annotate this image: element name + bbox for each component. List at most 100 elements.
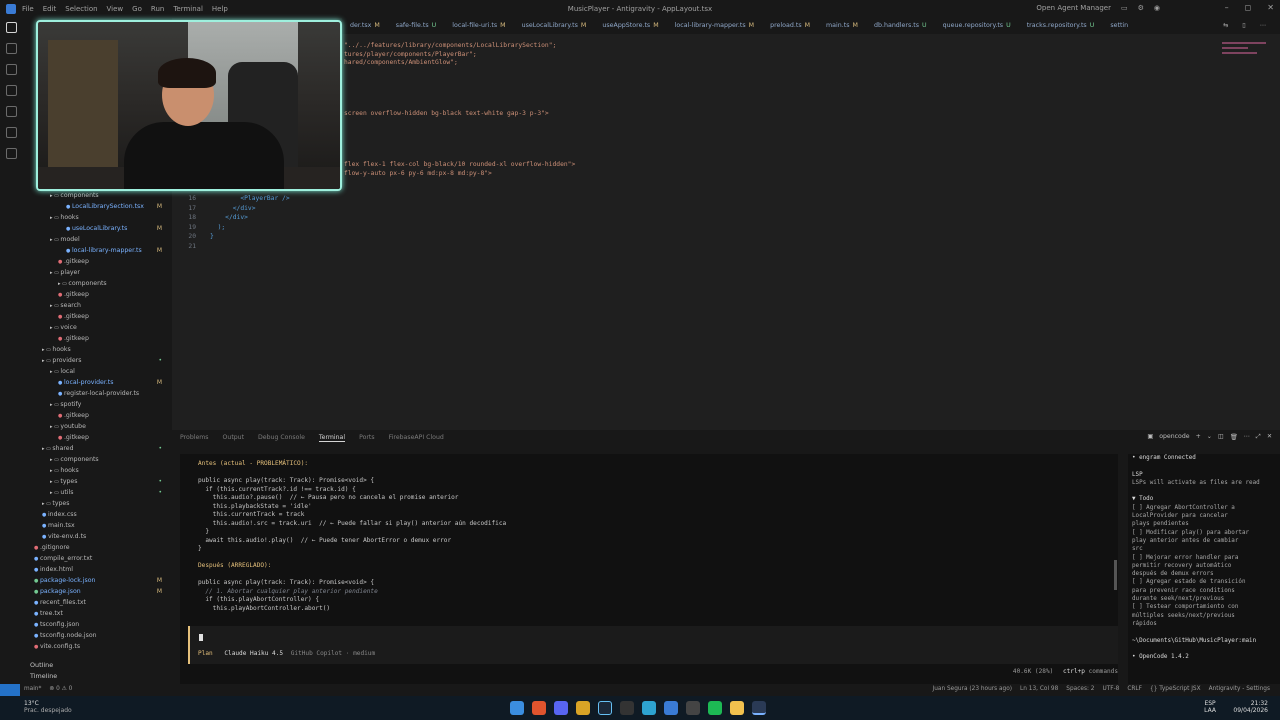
spotify-icon[interactable] <box>708 701 722 715</box>
git-blame[interactable]: Juan Segura (23 hours ago) <box>933 686 1013 692</box>
file-item[interactable]: ● tsconfig.node.json <box>22 630 172 641</box>
language-indicator[interactable]: ESP LAA <box>1204 700 1216 714</box>
file-item[interactable]: ● register-local-provider.ts <box>22 388 172 399</box>
editor-tab[interactable]: tracks.repository.ts U <box>1019 18 1103 34</box>
antigravity-app-icon[interactable] <box>752 701 766 715</box>
outline-section[interactable]: Outline <box>22 660 172 671</box>
folder-item[interactable]: ▸ ▭ hooks <box>22 344 172 355</box>
folder-item[interactable]: ▸ ▭ types • <box>22 476 172 487</box>
editor-tab[interactable]: preload.ts M <box>762 18 818 34</box>
edge-icon[interactable] <box>642 701 656 715</box>
editor-tab[interactable]: main.ts M <box>818 18 866 34</box>
file-item[interactable]: ● tree.txt <box>22 608 172 619</box>
clock[interactable]: 21:32 09/04/2026 <box>1233 700 1268 714</box>
editor-tab[interactable]: useAppStore.ts M <box>594 18 666 34</box>
file-item[interactable]: ● vite-env.d.ts <box>22 531 172 542</box>
file-item[interactable]: ● index.css <box>22 509 172 520</box>
explorer-icon[interactable] <box>5 22 17 33</box>
file-item[interactable]: ● compile_error.txt <box>22 553 172 564</box>
menu-run[interactable]: Run <box>151 5 164 13</box>
tab-firebase[interactable]: FirebaseAPI Cloud <box>389 434 444 442</box>
file-item[interactable]: ● tsconfig.json <box>22 619 172 630</box>
editor-tab[interactable]: queue.repository.ts U <box>935 18 1019 34</box>
extensions-icon[interactable] <box>5 106 17 117</box>
file-item[interactable]: ● .gitkeep <box>22 289 172 300</box>
folder-item[interactable]: ▸ ▭ providers • <box>22 355 172 366</box>
account-icon[interactable]: ◉ <box>1154 4 1160 12</box>
editor-tab[interactable]: local-library-mapper.ts M <box>667 18 762 34</box>
folder-item[interactable]: ▸ ▭ components <box>22 190 172 201</box>
chrome-icon[interactable] <box>576 701 590 715</box>
file-item[interactable]: ● .gitkeep <box>22 311 172 322</box>
indentation[interactable]: Spaces: 2 <box>1066 686 1094 692</box>
file-item[interactable]: ● .gitignore <box>22 542 172 553</box>
folder-item[interactable]: ▸ ▭ player <box>22 267 172 278</box>
editor-actions[interactable]: ⇆ ▯ ⋯ <box>1223 18 1272 34</box>
problems-count[interactable]: ⊗ 0 ⚠ 0 <box>49 686 72 692</box>
file-item[interactable]: ● package.json M <box>22 586 172 597</box>
folder-item[interactable]: ▸ ▭ hooks <box>22 465 172 476</box>
trash-icon[interactable]: 🗑 <box>1230 433 1238 441</box>
terminal-scrollbar[interactable] <box>1114 560 1117 590</box>
menu-file[interactable]: File <box>22 5 34 13</box>
run-debug-icon[interactable] <box>5 85 17 96</box>
mode-label[interactable]: Plan <box>198 650 213 657</box>
explorer-app-icon[interactable] <box>730 701 744 715</box>
line-ending[interactable]: CRLF <box>1127 686 1142 692</box>
editor-tab[interactable]: settin <box>1102 18 1136 34</box>
encoding[interactable]: UTF-8 <box>1102 686 1119 692</box>
menu-edit[interactable]: Edit <box>43 5 57 13</box>
maximize-button[interactable]: ◻ <box>1245 3 1252 12</box>
folder-item[interactable]: ▸ ▭ local <box>22 366 172 377</box>
layout-icon[interactable]: ▭ <box>1121 4 1128 12</box>
settings-status[interactable]: Antigravity - Settings <box>1209 686 1270 692</box>
file-item[interactable]: ● local-library-mapper.ts M <box>22 245 172 256</box>
folder-item[interactable]: ▸ ▭ spotify <box>22 399 172 410</box>
folder-item[interactable]: ▸ ▭ types <box>22 498 172 509</box>
menu-terminal[interactable]: Terminal <box>173 5 203 13</box>
prompt-input[interactable]: Plan Claude Haiku 4.5 GitHub Copilot · m… <box>188 626 1118 664</box>
tab-debug-console[interactable]: Debug Console <box>258 434 305 442</box>
file-item[interactable]: ● LocalLibrarySection.tsx M <box>22 201 172 212</box>
new-terminal-icon[interactable]: + <box>1196 433 1201 441</box>
weather-widget[interactable]: 13°C Prac. despejado <box>24 700 72 714</box>
brave-icon[interactable] <box>532 701 546 715</box>
vscode-icon[interactable] <box>664 701 678 715</box>
remote-explorer-icon[interactable] <box>5 127 17 138</box>
folder-item[interactable]: ▸ ▭ utils • <box>22 487 172 498</box>
maximize-panel-icon[interactable]: ⤢ <box>1256 433 1261 441</box>
timeline-section[interactable]: Timeline <box>22 671 172 682</box>
chevron-down-icon[interactable]: ⌄ <box>1207 433 1212 441</box>
start-icon[interactable] <box>510 701 524 715</box>
language-mode[interactable]: {} TypeScript JSX <box>1150 686 1201 692</box>
file-item[interactable]: ● vite.config.ts <box>22 641 172 652</box>
editor-tab[interactable]: safe-file.ts U <box>388 18 444 34</box>
cursor-position[interactable]: Ln 13, Col 98 <box>1020 686 1058 692</box>
folder-item[interactable]: ▸ ▭ components <box>22 278 172 289</box>
remote-indicator-icon[interactable] <box>0 684 20 696</box>
tab-ports[interactable]: Ports <box>359 434 375 442</box>
editor-tab[interactable]: db.handlers.ts U <box>866 18 935 34</box>
file-item[interactable]: ● recent_files.txt <box>22 597 172 608</box>
terminal-name[interactable]: opencode <box>1159 433 1189 441</box>
file-item[interactable]: ● .gitkeep <box>22 256 172 267</box>
file-item[interactable]: ● .gitkeep <box>22 432 172 443</box>
terminal-app-icon[interactable] <box>620 701 634 715</box>
editor-tab[interactable]: der.tsx M <box>342 18 388 34</box>
folder-item[interactable]: ▸ ▭ shared • <box>22 443 172 454</box>
close-panel-icon[interactable]: ✕ <box>1267 433 1272 441</box>
close-button[interactable]: ✕ <box>1267 3 1274 12</box>
folder-item[interactable]: ▸ ▭ components <box>22 454 172 465</box>
settings-gear-icon[interactable]: ⚙ <box>1138 4 1144 12</box>
more-icon[interactable]: ⋯ <box>1244 433 1250 441</box>
obs-icon[interactable] <box>686 701 700 715</box>
menu-view[interactable]: View <box>107 5 124 13</box>
editor-tab[interactable]: local-file-uri.ts M <box>444 18 513 34</box>
file-item[interactable]: ● main.tsx <box>22 520 172 531</box>
steam-icon[interactable] <box>598 701 612 715</box>
minimize-button[interactable]: – <box>1225 3 1229 12</box>
folder-item[interactable]: ▸ ▭ search <box>22 300 172 311</box>
discord-icon[interactable] <box>554 701 568 715</box>
folder-item[interactable]: ▸ ▭ voice <box>22 322 172 333</box>
folder-item[interactable]: ▸ ▭ hooks <box>22 212 172 223</box>
